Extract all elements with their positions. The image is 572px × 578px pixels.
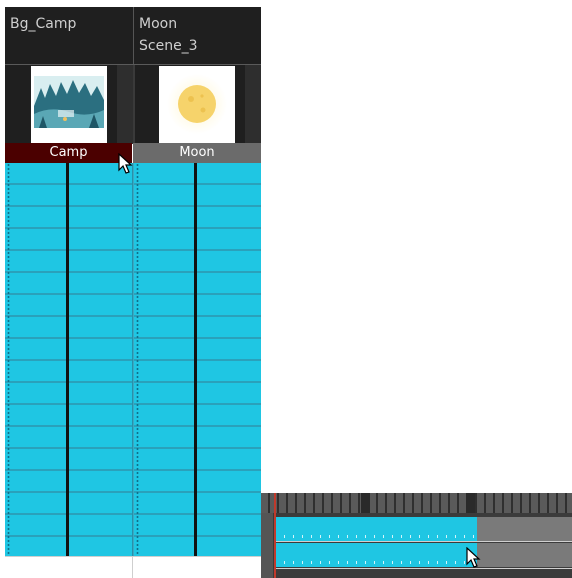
timeline-playhead[interactable] [274,493,276,578]
column-header-scene: Scene_3 [139,38,198,54]
moon-thumbnail-svg [167,74,227,134]
cell-dots-moon [136,163,139,556]
thumbnail-scrollbar[interactable] [117,65,133,144]
camp-landscape-icon[interactable] [31,66,107,143]
column-divider [133,65,135,144]
timeline-exposure-bar[interactable] [275,543,477,567]
column-header-name: Moon [139,16,178,32]
timeline-layer-track[interactable] [275,543,572,567]
column-separator [132,557,133,578]
column-header-moon[interactable]: Moon Scene_3 [134,7,261,64]
exposure-line-camp [66,163,69,578]
cell-dots-camp [7,163,10,556]
timeline-panel [261,493,572,578]
track-divider [275,541,572,542]
empty-cell-row[interactable] [5,556,261,578]
mouse-cursor-icon [118,153,133,174]
camp-thumbnail-svg [34,76,104,128]
thumbnail-row [5,64,261,144]
ruler-marker [361,493,370,513]
column-header-name: Bg_Camp [10,16,77,32]
thumbnail-scrollbar[interactable] [245,65,261,144]
xsheet-panel: Bg_Camp Moon Scene_3 Camp Moon [5,7,261,578]
column-name-moon[interactable]: Moon [133,143,261,163]
column-header-bg-camp[interactable]: Bg_Camp [5,7,134,64]
ruler-marker [466,493,475,513]
track-divider [275,568,572,569]
column-separator [133,163,134,556]
timeline-layer-track[interactable] [275,517,572,541]
moon-icon[interactable] [159,66,235,143]
exposure-line-moon [194,163,197,578]
column-name-camp[interactable]: Camp [5,143,132,163]
timeline-ruler[interactable] [261,493,572,513]
mouse-cursor-icon [466,547,481,568]
timeline-layer-gutter [261,513,273,578]
timeline-exposure-bar[interactable] [275,517,477,541]
